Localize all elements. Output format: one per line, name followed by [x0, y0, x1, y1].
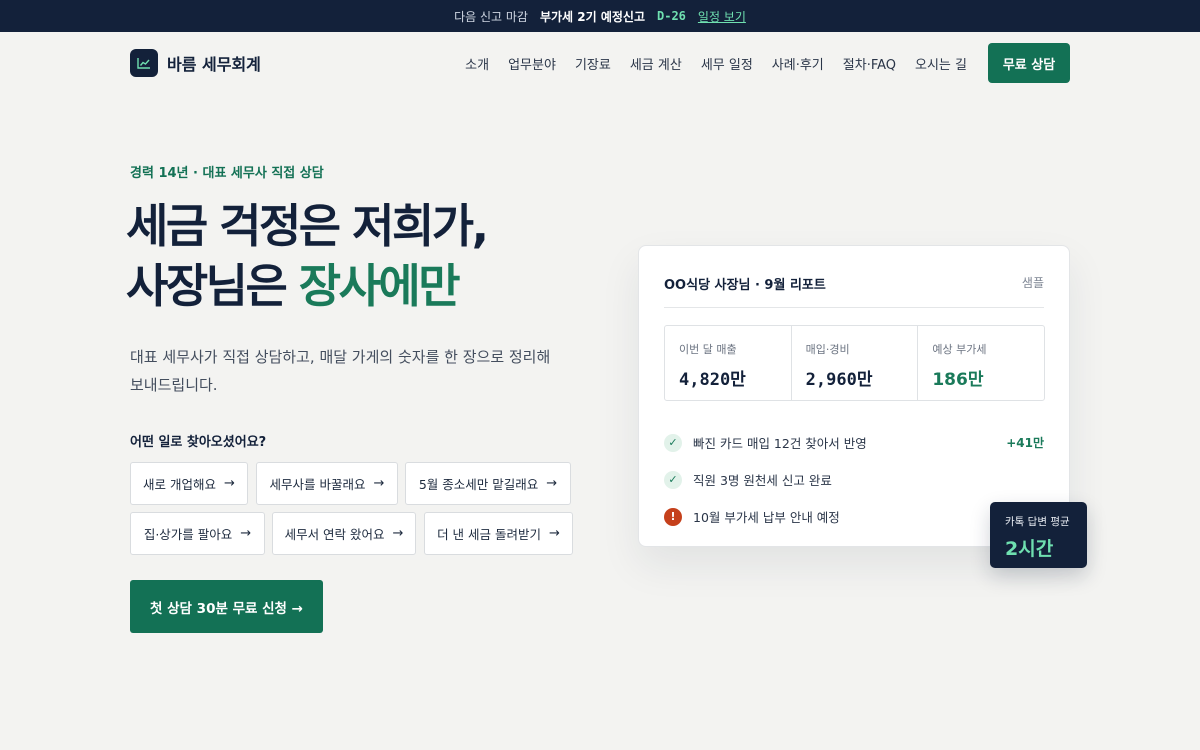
hero-title-accent: 장사에만	[298, 259, 461, 313]
report-item-text: 빠진 카드 매입 12건 찾아서 반영	[693, 436, 867, 451]
report-items: ✓ 빠진 카드 매입 12건 찾아서 반영 +41만 ✓ 직원 3명 원천세 신…	[664, 424, 1044, 535]
nav-menu: 소개 업무분야 기장료 세금 계산 세무 일정 사례·후기 절차·FAQ 오시는…	[465, 43, 1070, 83]
announcement-prefix: 다음 신고 마감	[454, 9, 528, 24]
hero-title-line2: 사장님은 장사에만	[126, 256, 487, 316]
announcement-deadline: 부가세 2기 예정신고	[539, 9, 645, 24]
nav-item-services[interactable]: 업무분야	[508, 54, 556, 73]
stat-label: 이번 달 매출	[679, 343, 737, 356]
arrow-right-icon: →	[392, 526, 404, 541]
reply-time-value: 2시간	[1005, 538, 1054, 560]
report-item-delta: +41만	[1006, 436, 1044, 450]
nav-item-pricing[interactable]: 기장료	[575, 54, 611, 73]
nav-item-process-faq[interactable]: 절차·FAQ	[843, 54, 896, 73]
stat-sales: 이번 달 매출 4,820만	[665, 326, 792, 400]
option-label: 집·상가를 팔아요	[143, 527, 233, 542]
hero-subtitle: 대표 세무사가 직접 상담하고, 매달 가게의 숫자를 한 장으로 정리해 보내…	[130, 348, 551, 394]
purpose-question: 어떤 일로 찾아오셨어요?	[130, 435, 267, 450]
brand-home-link[interactable]: 바름 세무회계	[130, 49, 261, 77]
option-switch-accountant[interactable]: 세무사를 바꿀래요 →	[256, 462, 398, 505]
report-stats: 이번 달 매출 4,820만 매입·경비 2,960만 예상 부가세 186만	[664, 325, 1045, 401]
report-item: ✓ 직원 3명 원천세 신고 완료	[664, 461, 1044, 498]
report-item: ✓ 빠진 카드 매입 12건 찾아서 반영 +41만	[664, 424, 1044, 461]
hero-title-line1: 세금 걱정은 저희가,	[126, 199, 489, 253]
report-item-text: 10월 부가세 납부 안내 예정	[693, 510, 840, 525]
stat-expenses: 매입·경비 2,960만	[792, 326, 919, 400]
stat-value: 4,820만	[679, 370, 746, 390]
arrow-right-icon: →	[224, 476, 235, 491]
report-title: OO식당 사장님 · 9월 리포트	[664, 278, 826, 293]
arrow-right-icon: →	[546, 476, 558, 491]
divider	[664, 307, 1044, 308]
stat-estimated-vat: 예상 부가세 186만	[918, 326, 1044, 400]
stat-value: 2,960만	[805, 370, 873, 390]
option-tax-office-contact[interactable]: 세무서 연락 왔어요 →	[272, 512, 416, 555]
alert-icon: !	[664, 507, 682, 526]
hero-eyebrow: 경력 14년 · 대표 세무사 직접 상담	[130, 166, 324, 181]
arrow-right-icon: →	[549, 526, 560, 541]
option-label: 세무서 연락 왔어요	[284, 527, 385, 542]
chart-line-icon	[130, 49, 158, 77]
option-tax-refund[interactable]: 더 낸 세금 돌려받기 →	[424, 512, 573, 555]
nav-item-cases-reviews[interactable]: 사례·후기	[772, 54, 824, 73]
reply-time-badge: 카톡 답변 평균 2시간	[990, 502, 1087, 568]
option-label: 새로 개업해요	[143, 477, 217, 492]
main-nav: 바름 세무회계 소개 업무분야 기장료 세금 계산 세무 일정 사례·후기 절차…	[130, 43, 1070, 83]
sample-tag: 샘플	[1021, 276, 1044, 290]
stat-label: 매입·경비	[805, 343, 850, 356]
stat-label: 예상 부가세	[932, 343, 987, 356]
nav-item-about[interactable]: 소개	[465, 54, 489, 73]
check-icon: ✓	[664, 433, 682, 452]
report-item-text: 직원 3명 원천세 신고 완료	[693, 473, 832, 488]
report-header: OO식당 사장님 · 9월 리포트 샘플	[664, 274, 1044, 293]
reply-time-label: 카톡 답변 평균	[1005, 516, 1070, 528]
hero-title-prefix: 사장님은	[126, 259, 288, 313]
hero-title: 세금 걱정은 저희가, 사장님은 장사에만	[126, 196, 489, 316]
option-label: 더 낸 세금 돌려받기	[437, 527, 541, 542]
arrow-right-icon: →	[373, 476, 385, 491]
nav-item-directions[interactable]: 오시는 길	[915, 54, 967, 73]
dday-badge: D-26	[657, 9, 686, 23]
report-item: ! 10월 부가세 납부 안내 예정	[664, 498, 1044, 535]
stat-value: 186만	[932, 370, 984, 390]
option-income-tax-only[interactable]: 5월 종소세만 맡길래요 →	[405, 462, 571, 505]
schedule-link[interactable]: 일정 보기	[698, 8, 746, 25]
option-new-business[interactable]: 새로 개업해요 →	[130, 462, 248, 505]
option-label: 5월 종소세만 맡길래요	[418, 477, 539, 492]
announcement-bar: 다음 신고 마감 부가세 2기 예정신고 D-26 일정 보기	[0, 0, 1200, 32]
check-icon: ✓	[664, 470, 682, 489]
first-consult-button[interactable]: 첫 상담 30분 무료 신청 →	[130, 580, 323, 633]
option-label: 세무사를 바꿀래요	[269, 477, 366, 492]
nav-item-tax-calculator[interactable]: 세금 계산	[630, 54, 682, 73]
nav-item-tax-calendar[interactable]: 세무 일정	[701, 54, 753, 73]
free-consult-button[interactable]: 무료 상담	[988, 43, 1070, 83]
arrow-right-icon: →	[240, 526, 252, 541]
option-sell-property[interactable]: 집·상가를 팔아요 →	[130, 512, 265, 555]
brand-name: 바름 세무회계	[167, 55, 261, 74]
